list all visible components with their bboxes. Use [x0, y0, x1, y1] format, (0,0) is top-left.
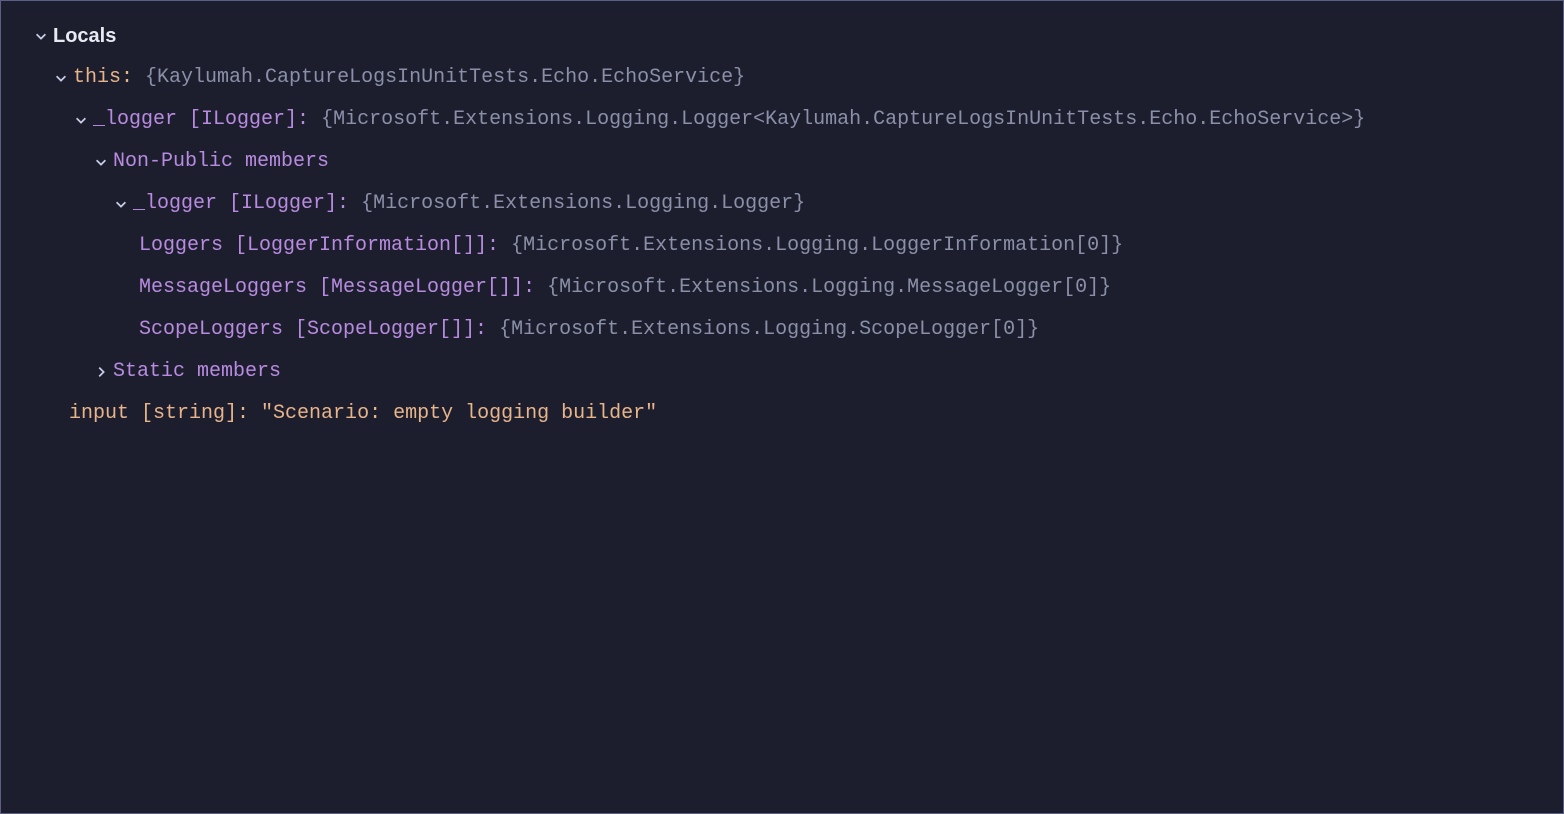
- panel-title: Locals: [53, 20, 116, 52]
- variable-name: ScopeLoggers [ScopeLogger[]]:: [139, 314, 487, 346]
- variable-row[interactable]: Static members: [9, 351, 1555, 393]
- variable-value: {Microsoft.Extensions.Logging.Logger<Kay…: [321, 104, 1365, 136]
- variable-name: Loggers [LoggerInformation[]]:: [139, 230, 499, 262]
- variable-value: {Microsoft.Extensions.Logging.LoggerInfo…: [511, 230, 1123, 262]
- locals-panel: Locals this: {Kaylumah.CaptureLogsInUnit…: [0, 0, 1564, 814]
- variable-row[interactable]: this: {Kaylumah.CaptureLogsInUnitTests.E…: [9, 57, 1555, 99]
- variable-value: {Microsoft.Extensions.Logging.MessageLog…: [547, 272, 1111, 304]
- variable-value: {Kaylumah.CaptureLogsInUnitTests.Echo.Ec…: [145, 62, 745, 94]
- chevron-down-icon[interactable]: [89, 155, 113, 169]
- variable-row[interactable]: Non-Public members: [9, 141, 1555, 183]
- chevron-down-icon[interactable]: [69, 113, 93, 127]
- variable-value: {Microsoft.Extensions.Logging.Logger}: [361, 188, 805, 220]
- variable-row[interactable]: Loggers [LoggerInformation[]]: {Microsof…: [9, 225, 1555, 267]
- variable-name: MessageLoggers [MessageLogger[]]:: [139, 272, 535, 304]
- chevron-down-icon[interactable]: [29, 29, 53, 43]
- variable-name: input [string]:: [69, 398, 249, 430]
- variable-row[interactable]: MessageLoggers [MessageLogger[]]: {Micro…: [9, 267, 1555, 309]
- variable-value: "Scenario: empty logging builder": [261, 398, 657, 430]
- variable-name: _logger [ILogger]:: [93, 104, 309, 136]
- variable-name: Non-Public members: [113, 146, 329, 178]
- chevron-down-icon[interactable]: [109, 197, 133, 211]
- variable-row[interactable]: _logger [ILogger]: {Microsoft.Extensions…: [9, 183, 1555, 225]
- chevron-right-icon[interactable]: [89, 365, 113, 379]
- variable-name: _logger [ILogger]:: [133, 188, 349, 220]
- variable-row[interactable]: input [string]: "Scenario: empty logging…: [9, 393, 1555, 435]
- chevron-down-icon[interactable]: [49, 71, 73, 85]
- variable-name: this:: [73, 62, 133, 94]
- variable-row[interactable]: _logger [ILogger]: {Microsoft.Extensions…: [9, 99, 1555, 141]
- panel-header-row[interactable]: Locals: [9, 15, 1555, 57]
- variable-row[interactable]: ScopeLoggers [ScopeLogger[]]: {Microsoft…: [9, 309, 1555, 351]
- variable-name: Static members: [113, 356, 281, 388]
- variable-value: {Microsoft.Extensions.Logging.ScopeLogge…: [499, 314, 1039, 346]
